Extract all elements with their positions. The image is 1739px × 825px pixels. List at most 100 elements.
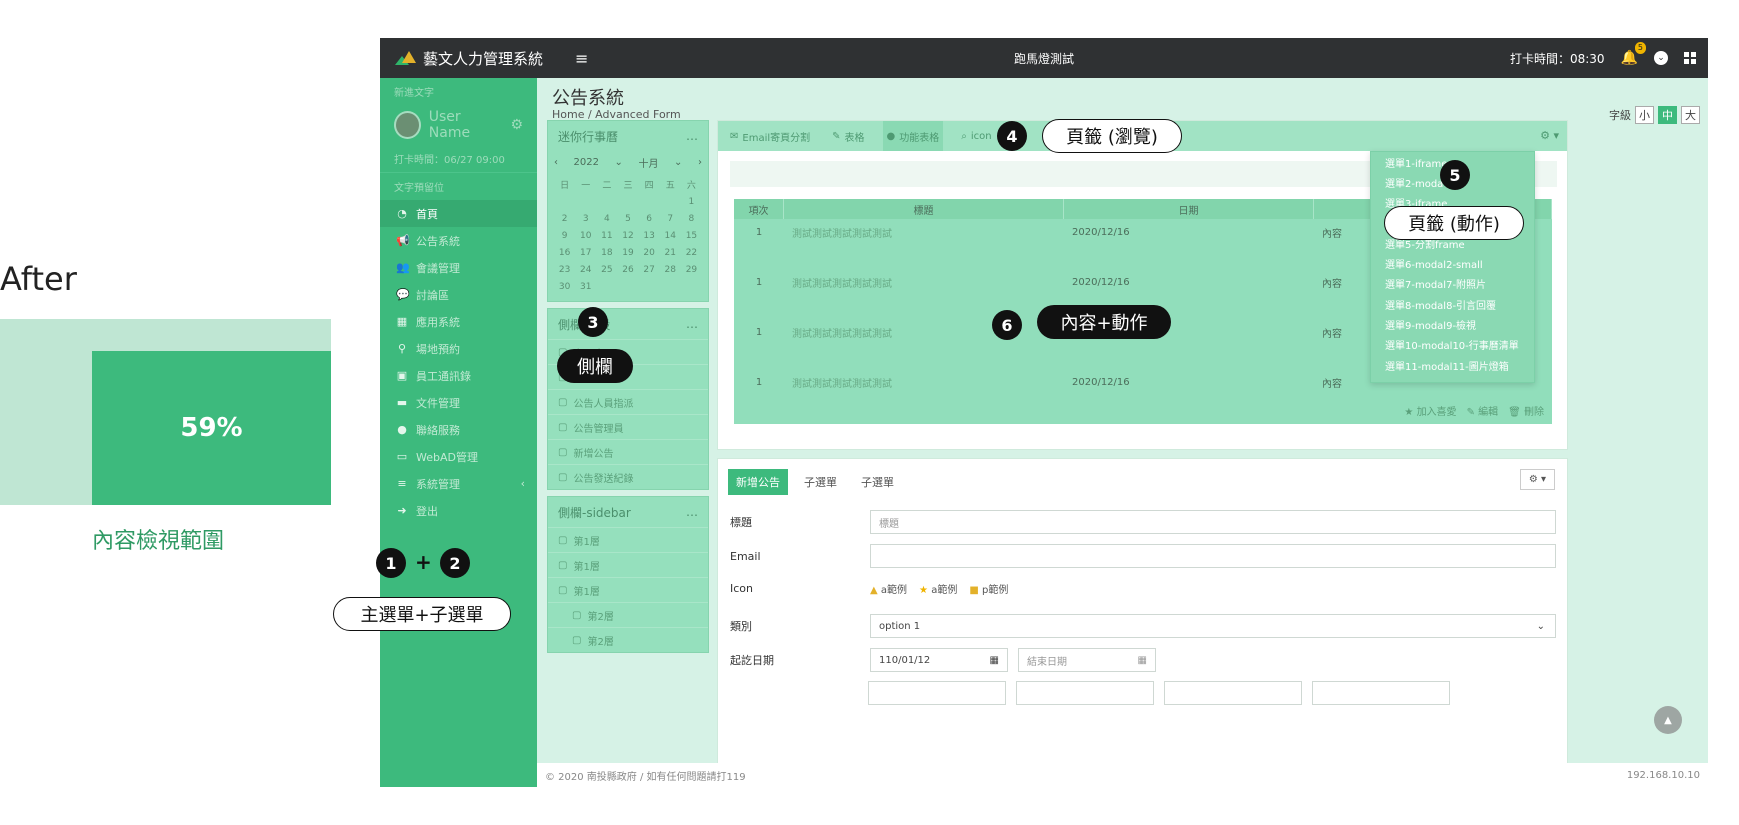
widget-link[interactable]: ▢ 新增公告 [548, 439, 708, 464]
calendar-day[interactable]: 28 [660, 261, 681, 278]
icon-example-star-link[interactable]: ★ a範例 [919, 581, 957, 596]
apps-grid-icon[interactable] [1684, 52, 1696, 64]
calendar-day[interactable]: 16 [554, 244, 575, 261]
calendar-day[interactable]: 17 [575, 244, 596, 261]
tab-icon[interactable]: ⌕ icon [957, 121, 995, 151]
tab-submenu-1[interactable]: 子選單 [796, 469, 845, 495]
dropdown-menu-item[interactable]: 選單10-modal10-行事曆清單 [1371, 335, 1534, 355]
calendar-day[interactable]: 9 [554, 227, 575, 244]
calendar-day[interactable]: 11 [596, 227, 617, 244]
extra-input-1[interactable] [868, 681, 1006, 705]
calendar-day[interactable]: 12 [617, 227, 638, 244]
edit-button[interactable]: ✎ 編輯 [1467, 403, 1499, 418]
widget-link[interactable]: ▢ 第2層 [548, 602, 708, 627]
icon-example-folder-link[interactable]: ■ p範例 [969, 581, 1008, 596]
calendar-prev-icon[interactable]: ‹ [554, 157, 558, 168]
calendar-day[interactable]: 14 [660, 227, 681, 244]
dropdown-menu-item[interactable]: 選單6-modal2-small [1371, 253, 1534, 273]
calendar-next-icon[interactable]: › [698, 157, 702, 168]
sidebar-item-3[interactable]: 💬 討論區 [380, 281, 537, 308]
start-date-input[interactable]: 110/01/12 ▦ [870, 648, 1008, 672]
tab-email-split[interactable]: ✉ Email寄頁分割 [726, 121, 814, 151]
calendar-day[interactable]: 20 [639, 244, 660, 261]
calendar-day[interactable]: 19 [617, 244, 638, 261]
calendar-month-chevron-icon[interactable]: ⌄ [674, 157, 682, 168]
sidebar-item-4[interactable]: ▦ 應用系統 [380, 308, 537, 335]
calendar-day[interactable]: 5 [617, 210, 638, 227]
widget-link[interactable]: ▢ 公告發送紀錄 [548, 464, 708, 489]
category-select[interactable]: option 1 ⌄ [870, 614, 1556, 638]
title-input[interactable]: 標題 [870, 510, 1556, 534]
calendar-day[interactable]: 31 [575, 278, 596, 295]
calendar-day[interactable]: 26 [617, 261, 638, 278]
email-field[interactable] [870, 544, 1556, 568]
calendar-day[interactable]: 3 [575, 210, 596, 227]
calendar-day[interactable]: 30 [554, 278, 575, 295]
widget-link[interactable]: ▢ 第1層 [548, 527, 708, 552]
tab-table[interactable]: ✎ 表格 [828, 121, 868, 151]
widget-link[interactable]: ▢ 公告管理員 [548, 414, 708, 439]
widget-more-icon[interactable]: … [686, 317, 698, 331]
calendar-day[interactable]: 6 [639, 210, 660, 227]
font-size-large-button[interactable]: 大 [1681, 106, 1700, 124]
calendar-month-select[interactable]: 十月 [638, 155, 658, 170]
calendar-day[interactable]: 4 [596, 210, 617, 227]
widget-link[interactable]: ▢ 公告人員指派 [548, 389, 708, 414]
dropdown-menu-item[interactable]: 選單8-modal8-引言回覆 [1371, 294, 1534, 314]
sidebar-item-1[interactable]: 📢 公告系統 [380, 227, 537, 254]
calendar-day[interactable]: 27 [639, 261, 660, 278]
sidebar-item-11[interactable]: ➜ 登出 [380, 497, 537, 524]
calendar-day[interactable]: 13 [639, 227, 660, 244]
widget-more-icon[interactable]: … [686, 505, 698, 519]
end-date-input[interactable]: 結束日期 ▦ [1018, 648, 1156, 672]
calendar-day[interactable]: 29 [681, 261, 702, 278]
extra-input-4[interactable] [1312, 681, 1450, 705]
scroll-top-button[interactable]: ▲ [1654, 706, 1682, 734]
calendar-day[interactable]: 24 [575, 261, 596, 278]
tab-submenu-2[interactable]: 子選單 [853, 469, 902, 495]
calendar-day[interactable]: 7 [660, 210, 681, 227]
font-size-medium-button[interactable]: 中 [1658, 106, 1677, 124]
sidebar-item-5[interactable]: ⚲ 場地預約 [380, 335, 537, 362]
widget-link[interactable]: ▢ 第2層 [548, 627, 708, 652]
sidebar-item-9[interactable]: ▭ WebAD管理 [380, 443, 537, 470]
bell-icon[interactable]: 🔔 5 [1621, 42, 1646, 66]
extra-input-3[interactable] [1164, 681, 1302, 705]
user-settings-gear-icon[interactable]: ⚙ [510, 117, 523, 133]
delete-button[interactable]: 🗑 刪除 [1508, 403, 1544, 418]
sidebar-item-6[interactable]: ▣ 員工通訊錄 [380, 362, 537, 389]
sidebar-item-7[interactable]: ▬ 文件管理 [380, 389, 537, 416]
tab-actions-gear-icon[interactable]: ⚙ ▾ [1540, 129, 1559, 142]
calendar-day[interactable]: 8 [681, 210, 702, 227]
calendar-day[interactable]: 15 [681, 227, 702, 244]
sidebar-item-2[interactable]: 👥 會議管理 [380, 254, 537, 281]
widget-link[interactable]: ▢ 第1層 [548, 577, 708, 602]
calendar-year-select[interactable]: 2022 [574, 157, 599, 168]
calendar-year-chevron-icon[interactable]: ⌄ [615, 157, 623, 168]
add-favorite-button[interactable]: ★ 加入喜愛 [1404, 403, 1456, 418]
calendar-day[interactable]: 1 [681, 193, 702, 210]
calendar-day[interactable]: 2 [554, 210, 575, 227]
calendar-day[interactable]: 25 [596, 261, 617, 278]
icon-example-a-link[interactable]: ▲ a範例 [870, 581, 907, 596]
calendar-day[interactable]: 10 [575, 227, 596, 244]
col-header-title: 標題 [784, 199, 1064, 219]
tab-add-announcement[interactable]: 新增公告 [728, 469, 788, 495]
sidebar-item-10[interactable]: ≡ 系統管理 ‹ [380, 470, 537, 497]
dropdown-menu-item[interactable]: 選單11-modal11-圖片燈箱 [1371, 355, 1534, 375]
calendar-day[interactable]: 22 [681, 244, 702, 261]
extra-input-2[interactable] [1016, 681, 1154, 705]
dropdown-menu-item[interactable]: 選單9-modal9-檢視 [1371, 314, 1534, 334]
font-size-small-button[interactable]: 小 [1635, 106, 1654, 124]
tab-function-table[interactable]: ● 功能表格 [882, 121, 944, 151]
dropdown-menu-item[interactable]: 選單7-modal7-附照片 [1371, 274, 1534, 294]
sidebar-item-8[interactable]: ● 聯絡服務 [380, 416, 537, 443]
form-gear-icon[interactable]: ⚙ ▾ [1519, 469, 1555, 490]
calendar-day[interactable]: 18 [596, 244, 617, 261]
calendar-day[interactable]: 21 [660, 244, 681, 261]
widget-link[interactable]: ▢ 第1層 [548, 552, 708, 577]
calendar-day[interactable]: 23 [554, 261, 575, 278]
chevron-down-icon[interactable]: ⌄ [1654, 51, 1668, 65]
sidebar-item-0[interactable]: ◔ 首頁 [380, 200, 537, 227]
widget-more-icon[interactable]: … [686, 129, 698, 143]
